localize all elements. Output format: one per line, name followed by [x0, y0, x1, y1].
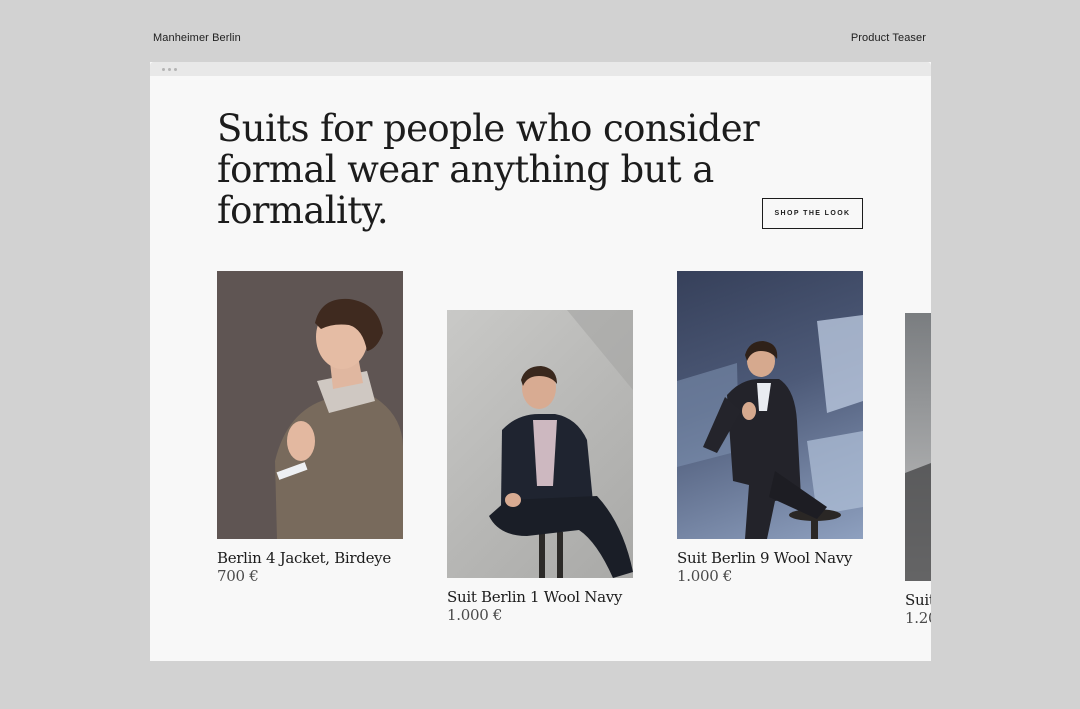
- product-price: 1.20: [905, 609, 931, 627]
- product-name[interactable]: Suit: [905, 591, 931, 609]
- window-dot-icon[interactable]: [174, 68, 177, 71]
- product-image[interactable]: [447, 310, 633, 578]
- brand-name[interactable]: Manheimer Berlin: [153, 32, 241, 44]
- product-card[interactable]: Suit Berlin 9 Wool Navy 1.000 €: [677, 271, 863, 586]
- hero-headline: Suits for people who consider formal wea…: [217, 107, 760, 232]
- window-dot-icon[interactable]: [162, 68, 165, 71]
- window-controls: [162, 68, 177, 71]
- product-name[interactable]: Suit Berlin 1 Wool Navy: [447, 588, 633, 606]
- page-label: Product Teaser: [850, 32, 926, 44]
- browser-window: Suits for people who consider formal wea…: [150, 62, 931, 661]
- shop-the-look-button[interactable]: SHOP THE LOOK: [762, 198, 863, 229]
- product-name[interactable]: Suit Berlin 9 Wool Navy: [677, 549, 863, 567]
- window-chrome: [150, 62, 931, 76]
- product-price: 1.000 €: [677, 567, 733, 585]
- product-card[interactable]: Suit Berlin 1 Wool Navy 1.000 €: [447, 310, 633, 625]
- product-name[interactable]: Berlin 4 Jacket, Birdeye: [217, 549, 403, 567]
- product-image[interactable]: [905, 313, 931, 581]
- product-card[interactable]: Berlin 4 Jacket, Birdeye 700 €: [217, 271, 403, 586]
- product-price: 700 €: [217, 567, 259, 585]
- product-image[interactable]: [217, 271, 403, 539]
- product-card[interactable]: Suit 1.20: [905, 313, 931, 628]
- product-price: 1.000 €: [447, 606, 503, 624]
- product-image[interactable]: [677, 271, 863, 539]
- window-dot-icon[interactable]: [168, 68, 171, 71]
